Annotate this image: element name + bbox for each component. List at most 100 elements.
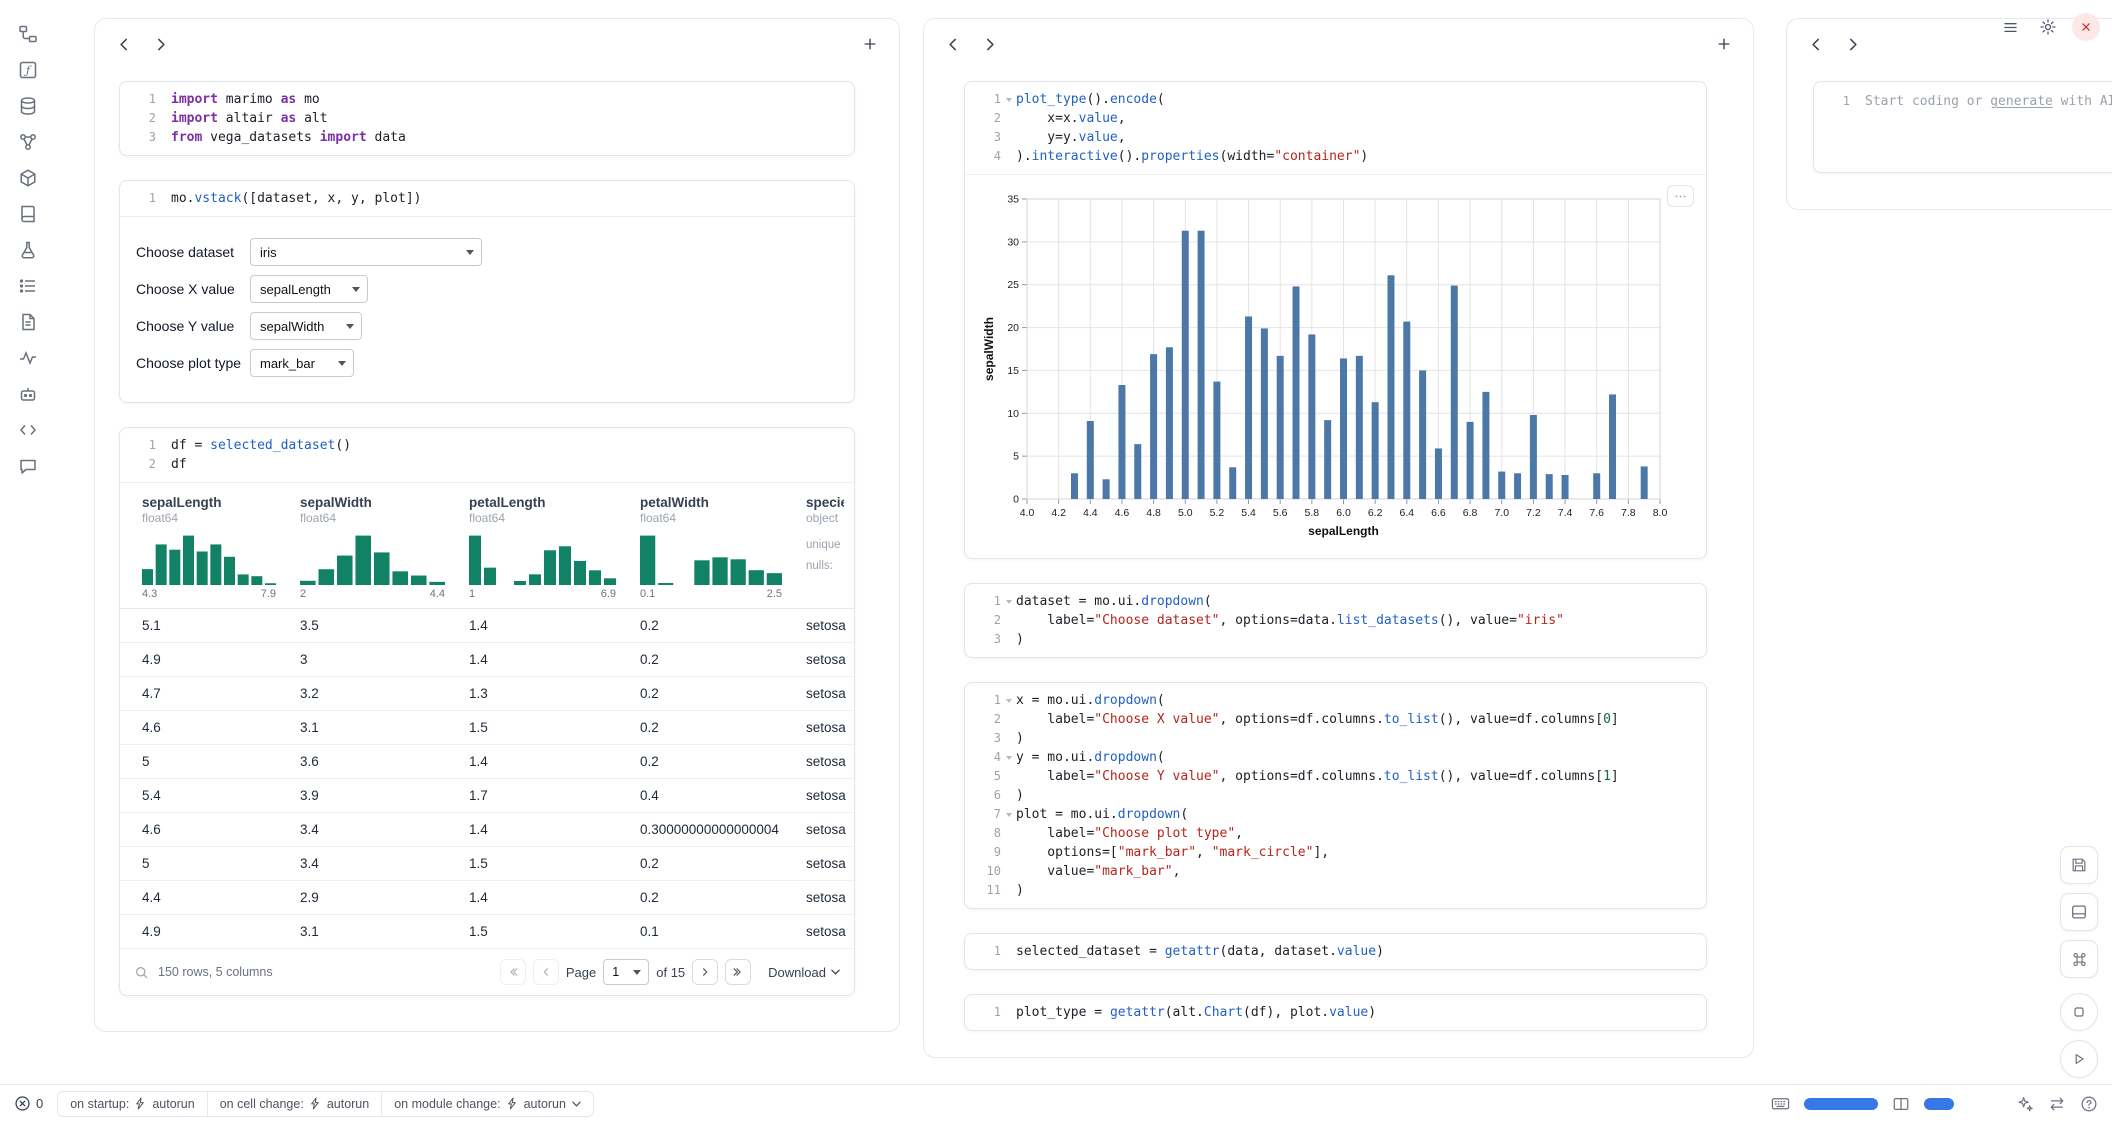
command-icon xyxy=(2071,951,2088,968)
pages-count-label: of 15 xyxy=(656,965,685,980)
stop-button[interactable] xyxy=(2060,993,2098,1031)
svg-text:6.6: 6.6 xyxy=(1431,507,1446,519)
code-editor-plot-type[interactable]: 1plot_type = getattr(alt.Chart(df), plot… xyxy=(965,995,1706,1030)
altair-chart[interactable]: 051015202530354.04.24.44.64.85.05.25.45.… xyxy=(981,187,1674,545)
keyboard-button[interactable] xyxy=(1771,1094,1790,1113)
x-value-label: Choose X value xyxy=(136,281,242,297)
panel-dataflow-icon[interactable] xyxy=(17,22,40,45)
add-cell-button[interactable] xyxy=(857,31,883,57)
cell-selected-dataset-def: 1selected_dataset = getattr(data, datase… xyxy=(964,933,1707,970)
columns-button[interactable] xyxy=(1892,1095,1910,1113)
panel-scratchpad-icon[interactable] xyxy=(17,238,40,261)
menu-button[interactable] xyxy=(1996,13,2024,41)
svg-text:6.8: 6.8 xyxy=(1463,507,1478,519)
panel-dependencies-icon[interactable] xyxy=(17,130,40,153)
settings-button[interactable] xyxy=(2034,13,2062,41)
code-editor-selected[interactable]: 1selected_dataset = getattr(data, datase… xyxy=(965,934,1706,969)
shortcuts-button[interactable] xyxy=(2060,940,2098,978)
prev-page-button[interactable] xyxy=(533,959,559,985)
plot-type-label: Choose plot type xyxy=(136,355,242,371)
width-slider[interactable] xyxy=(1804,1098,1878,1110)
code-editor-plot[interactable]: 1plot_type().encode(2 x=x.value,3 y=y.va… xyxy=(965,82,1706,174)
column-prev-button[interactable] xyxy=(940,31,966,57)
column-next-button[interactable] xyxy=(976,31,1002,57)
column-prev-button[interactable] xyxy=(1803,31,1829,57)
window-controls xyxy=(1996,13,2100,41)
cell-vstack: 1mo.vstack([dataset, x, y, plot]) Choose… xyxy=(119,180,855,403)
svg-text:sepalLength: sepalLength xyxy=(1308,524,1379,538)
panel-functions-icon[interactable]: ƒ xyxy=(17,58,40,81)
dataset-select[interactable]: iris xyxy=(250,238,482,266)
swap-arrows-icon xyxy=(2048,1095,2066,1113)
code-editor-dataset[interactable]: 1dataset = mo.ui.dropdown(2 label="Choos… xyxy=(965,584,1706,657)
table-header: sepalLengthfloat644.37.9sepalWidthfloat6… xyxy=(120,483,854,609)
empty-code-editor[interactable]: 1 Start coding or generate with AI xyxy=(1813,81,2112,173)
table-row: 53.61.40.2setosa xyxy=(120,745,854,779)
editor-placeholder: Start coding or generate with AI xyxy=(1865,92,2112,111)
cell-imports: 1import marimo as mo2import altair as al… xyxy=(119,81,855,156)
table-column-species[interactable]: speciesobjectuniquenulls: xyxy=(794,495,844,608)
panel-chat-icon[interactable] xyxy=(17,454,40,477)
layout-button[interactable] xyxy=(2060,893,2098,931)
cell-dataset-def: 1dataset = mo.ui.dropdown(2 label="Choos… xyxy=(964,583,1707,658)
table-column-sepalLength[interactable]: sepalLengthfloat644.37.9 xyxy=(130,495,288,608)
table-column-petalLength[interactable]: petalLengthfloat6416.9 xyxy=(457,495,628,608)
panel-logs-icon[interactable] xyxy=(17,310,40,333)
x-value-select[interactable]: sepalLength xyxy=(250,275,368,303)
swap-button[interactable] xyxy=(2048,1095,2066,1113)
code-editor-df[interactable]: 1df = selected_dataset()2df xyxy=(120,428,854,482)
plot-type-select[interactable]: mark_bar xyxy=(250,349,354,377)
layout-icon xyxy=(2070,903,2088,921)
svg-text:6.0: 6.0 xyxy=(1336,507,1351,519)
code-editor-vstack[interactable]: 1mo.vstack([dataset, x, y, plot]) xyxy=(120,181,854,216)
code-editor-widgets[interactable]: 1x = mo.ui.dropdown(2 label="Choose X va… xyxy=(965,683,1706,908)
svg-text:7.0: 7.0 xyxy=(1494,507,1509,519)
sparkles-icon xyxy=(2016,1095,2034,1113)
error-count: 0 xyxy=(36,1096,43,1111)
add-cell-button[interactable] xyxy=(1711,31,1737,57)
svg-text:7.6: 7.6 xyxy=(1589,507,1604,519)
panel-ai-icon[interactable] xyxy=(17,382,40,405)
run-button[interactable] xyxy=(2060,1040,2098,1078)
next-page-button[interactable] xyxy=(692,959,718,985)
column-prev-button[interactable] xyxy=(111,31,137,57)
on-startup-chip[interactable]: on startup: autorun xyxy=(57,1091,207,1117)
mode-toggle[interactable] xyxy=(1924,1098,1954,1110)
chart-actions-button[interactable] xyxy=(1667,185,1694,207)
control-row-plot-type: Choose plot type mark_bar xyxy=(136,349,838,377)
ai-sparkles-button[interactable] xyxy=(2016,1095,2034,1113)
column-next-button[interactable] xyxy=(147,31,173,57)
stop-icon xyxy=(2071,1004,2087,1020)
table-column-sepalWidth[interactable]: sepalWidthfloat6424.4 xyxy=(288,495,457,608)
panel-outline-icon[interactable] xyxy=(17,274,40,297)
svg-text:7.8: 7.8 xyxy=(1621,507,1636,519)
table-search-button[interactable] xyxy=(134,965,149,980)
play-icon xyxy=(2071,1051,2087,1067)
panel-datasources-icon[interactable] xyxy=(17,94,40,117)
errors-indicator[interactable]: 0 xyxy=(14,1095,43,1112)
help-button[interactable] xyxy=(2080,1095,2098,1113)
gear-icon xyxy=(2039,18,2057,36)
generate-with-ai-link[interactable]: generate xyxy=(1990,94,2053,109)
table-row: 4.93.11.50.1setosa xyxy=(120,915,854,949)
y-value-select[interactable]: sepalWidth xyxy=(250,312,362,340)
download-button[interactable]: Download xyxy=(768,965,840,980)
line-number: 1 xyxy=(1824,92,1850,111)
last-page-button[interactable] xyxy=(725,959,751,985)
panel-snippets-icon[interactable] xyxy=(17,418,40,441)
code-editor-imports[interactable]: 1import marimo as mo2import altair as al… xyxy=(120,82,854,155)
panel-tracebacks-icon[interactable] xyxy=(17,346,40,369)
chart-mount: 051015202530354.04.24.44.64.85.05.25.45.… xyxy=(981,187,1696,550)
column-next-button[interactable] xyxy=(1839,31,1865,57)
panel-packages-icon[interactable] xyxy=(17,166,40,189)
left-column-header xyxy=(95,19,899,63)
on-module-change-chip[interactable]: on module change: autorun xyxy=(381,1091,594,1117)
first-page-button[interactable] xyxy=(500,959,526,985)
page-select[interactable]: 1 xyxy=(603,959,649,985)
on-cell-change-chip[interactable]: on cell change: autorun xyxy=(207,1091,383,1117)
panel-documentation-icon[interactable] xyxy=(17,202,40,225)
table-column-petalWidth[interactable]: petalWidthfloat640.12.5 xyxy=(628,495,794,608)
save-button[interactable] xyxy=(2060,846,2098,884)
cell-plot-type-def: 1plot_type = getattr(alt.Chart(df), plot… xyxy=(964,994,1707,1031)
close-button[interactable] xyxy=(2072,13,2100,41)
